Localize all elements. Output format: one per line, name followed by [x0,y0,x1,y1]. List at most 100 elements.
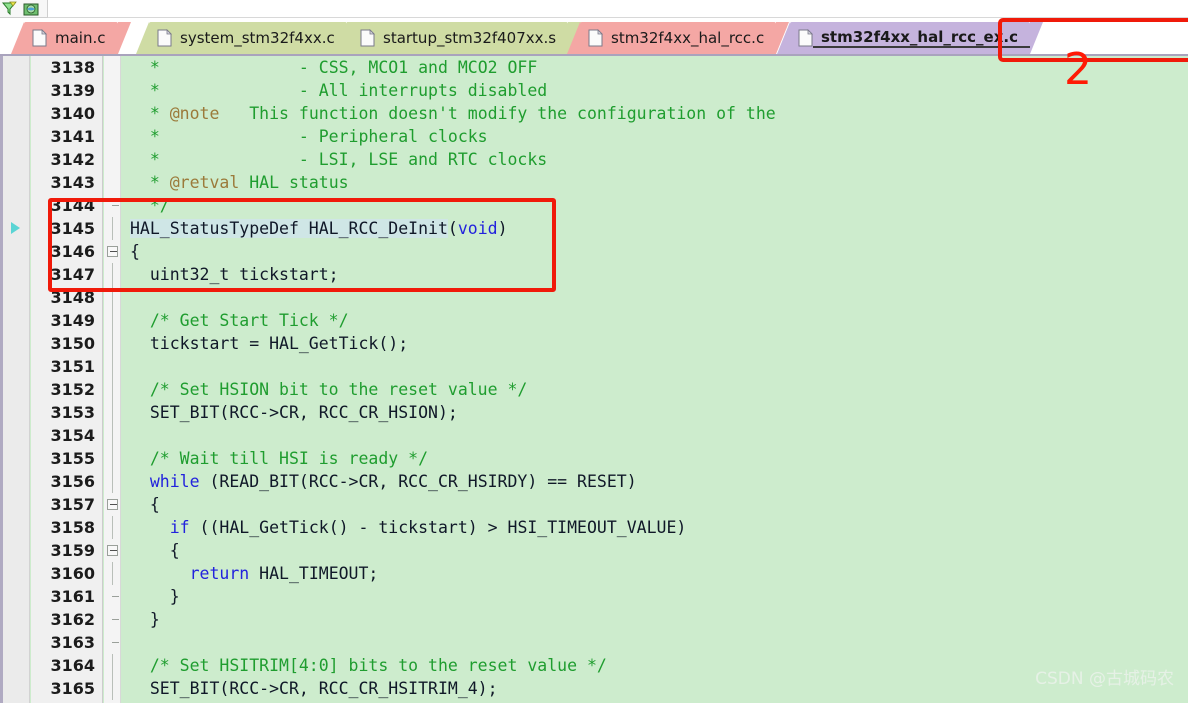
fold-marker [104,194,121,217]
code-line[interactable]: /* Get Start Tick */ [122,309,1188,332]
code-line[interactable]: if ((HAL_GetTick() - tickstart) > HSI_TI… [122,516,1188,539]
code-token: ( [447,219,458,238]
tab-left-edge [136,22,149,54]
code-line[interactable]: * - All interrupts disabled [122,79,1188,102]
code-line[interactable] [122,286,1188,309]
code-line-text: return HAL_TIMEOUT; [130,562,379,585]
fold-marker [104,171,121,194]
code-line[interactable]: */ [122,194,1188,217]
tab-startup-stm32f407xx-s[interactable]: startup_stm32f407xx.s [339,22,582,54]
fold-guide-line [112,378,113,401]
code-folding-gutter[interactable] [104,56,121,703]
code-token: } [130,587,180,606]
fold-marker [104,355,121,378]
code-line[interactable] [122,355,1188,378]
fold-marker [104,286,121,309]
line-number: 3143 [50,173,95,192]
code-line[interactable]: SET_BIT(RCC->CR, RCC_CR_HSITRIM_4); [122,677,1188,700]
line-number: 3150 [50,334,95,353]
code-line[interactable]: return HAL_TIMEOUT; [122,562,1188,585]
code-line[interactable] [122,631,1188,654]
tab-stm32f4xx-hal-rcc-ex-c[interactable]: stm32f4xx_hal_rcc_ex.c [777,22,1043,54]
tab-system-stm32f4xx-c[interactable]: system_stm32f4xx.c [136,22,360,54]
code-token: HAL_TIMEOUT; [249,564,379,583]
code-token: tickstart = HAL_GetTick(); [130,334,409,353]
bookmark-gutter[interactable] [3,56,30,703]
code-line[interactable]: { [122,240,1188,263]
code-line[interactable]: { [122,539,1188,562]
fold-marker [104,585,121,608]
code-line[interactable]: /* Set HSION bit to the reset value */ [122,378,1188,401]
line-number: 3149 [50,311,95,330]
code-line-text: SET_BIT(RCC->CR, RCC_CR_HSION); [130,401,458,424]
code-line[interactable] [122,424,1188,447]
fold-collapse-box[interactable] [107,246,118,257]
code-line[interactable]: tickstart = HAL_GetTick(); [122,332,1188,355]
line-number: 3162 [50,610,95,629]
execution-arrow-icon[interactable] [11,222,20,234]
fold-marker [104,562,121,585]
code-line[interactable]: HAL_StatusTypeDef HAL_RCC_DeInit(void) [122,217,1188,240]
code-token: * [130,104,170,123]
tab-right-edge [117,22,131,54]
code-text-area[interactable]: * - CSS, MCO1 and MCO2 OFF * - All inter… [122,56,1188,703]
fold-collapse-box[interactable] [107,499,118,510]
code-token: * - All interrupts disabled [130,81,548,100]
fold-marker [104,401,121,424]
fold-marker [104,608,121,631]
code-token: SET_BIT(RCC->CR, RCC_CR_HSION); [130,403,458,422]
fold-marker [104,470,121,493]
code-token: /* Wait till HSI is ready */ [130,449,429,468]
fold-marker[interactable] [104,539,121,562]
tab-main-c[interactable]: main.c [11,22,131,54]
code-line[interactable]: } [122,608,1188,631]
fold-collapse-box[interactable] [107,545,118,556]
code-token: void [457,219,498,238]
code-token: (READ_BIT(RCC->CR, RCC_CR_HSIRDY) == RES… [199,472,637,491]
code-line-text: } [130,585,180,608]
file-icon [798,29,813,47]
code-line[interactable]: } [122,585,1188,608]
globe-package-icon[interactable] [22,1,44,17]
code-line[interactable]: SET_BIT(RCC->CR, RCC_CR_HSION); [122,401,1188,424]
fold-guide-line [112,355,113,378]
code-line[interactable]: * - LSI, LSE and RTC clocks [122,148,1188,171]
code-line[interactable]: * - Peripheral clocks [122,125,1188,148]
code-line[interactable]: while (READ_BIT(RCC->CR, RCC_CR_HSIRDY) … [122,470,1188,493]
code-token: ) [497,219,508,238]
code-token: if [169,518,190,537]
code-editor[interactable]: 3138 3139 3140 3141 3142 3143 3144 3145 3146 3147… [0,56,1188,703]
line-number: 3141 [50,127,95,146]
code-line-text: * - LSI, LSE and RTC clocks [130,148,547,171]
fold-guide-line [112,286,113,309]
fold-marker[interactable] [104,493,121,516]
code-line[interactable]: * @retval HAL status [122,171,1188,194]
code-token: /* Get Start Tick */ [130,311,349,330]
code-token: * - LSI, LSE and RTC clocks [130,150,548,169]
fold-marker[interactable] [104,240,121,263]
line-number: 3161 [50,587,95,606]
fold-marker [104,263,121,286]
fold-marker [104,677,121,700]
filter-icon[interactable] [0,1,22,17]
fold-marker [104,56,121,79]
code-line[interactable]: * @note This function doesn't modify the… [122,102,1188,125]
tab-stm32f4xx-hal-rcc-c[interactable]: stm32f4xx_hal_rcc.c [567,22,790,54]
code-line-text: uint32_t tickstart; [130,263,339,286]
code-line[interactable]: * - CSS, MCO1 and MCO2 OFF [122,56,1188,79]
line-number: 3146 [50,242,95,261]
code-line[interactable]: /* Wait till HSI is ready */ [122,447,1188,470]
fold-marker [104,378,121,401]
code-line[interactable]: uint32_t tickstart; [122,263,1188,286]
code-line[interactable]: { [122,493,1188,516]
line-number: 3153 [50,403,95,422]
code-line-text: * @note This function doesn't modify the… [130,102,776,125]
code-line-text: */ [130,194,170,217]
line-number: 3144 [50,196,95,215]
code-line-text: HAL_StatusTypeDef HAL_RCC_DeInit(void) [130,217,508,240]
fold-guide-line [112,677,113,700]
fold-guide-line [112,309,113,332]
code-line[interactable]: /* Set HSITRIM[4:0] bits to the reset va… [122,654,1188,677]
